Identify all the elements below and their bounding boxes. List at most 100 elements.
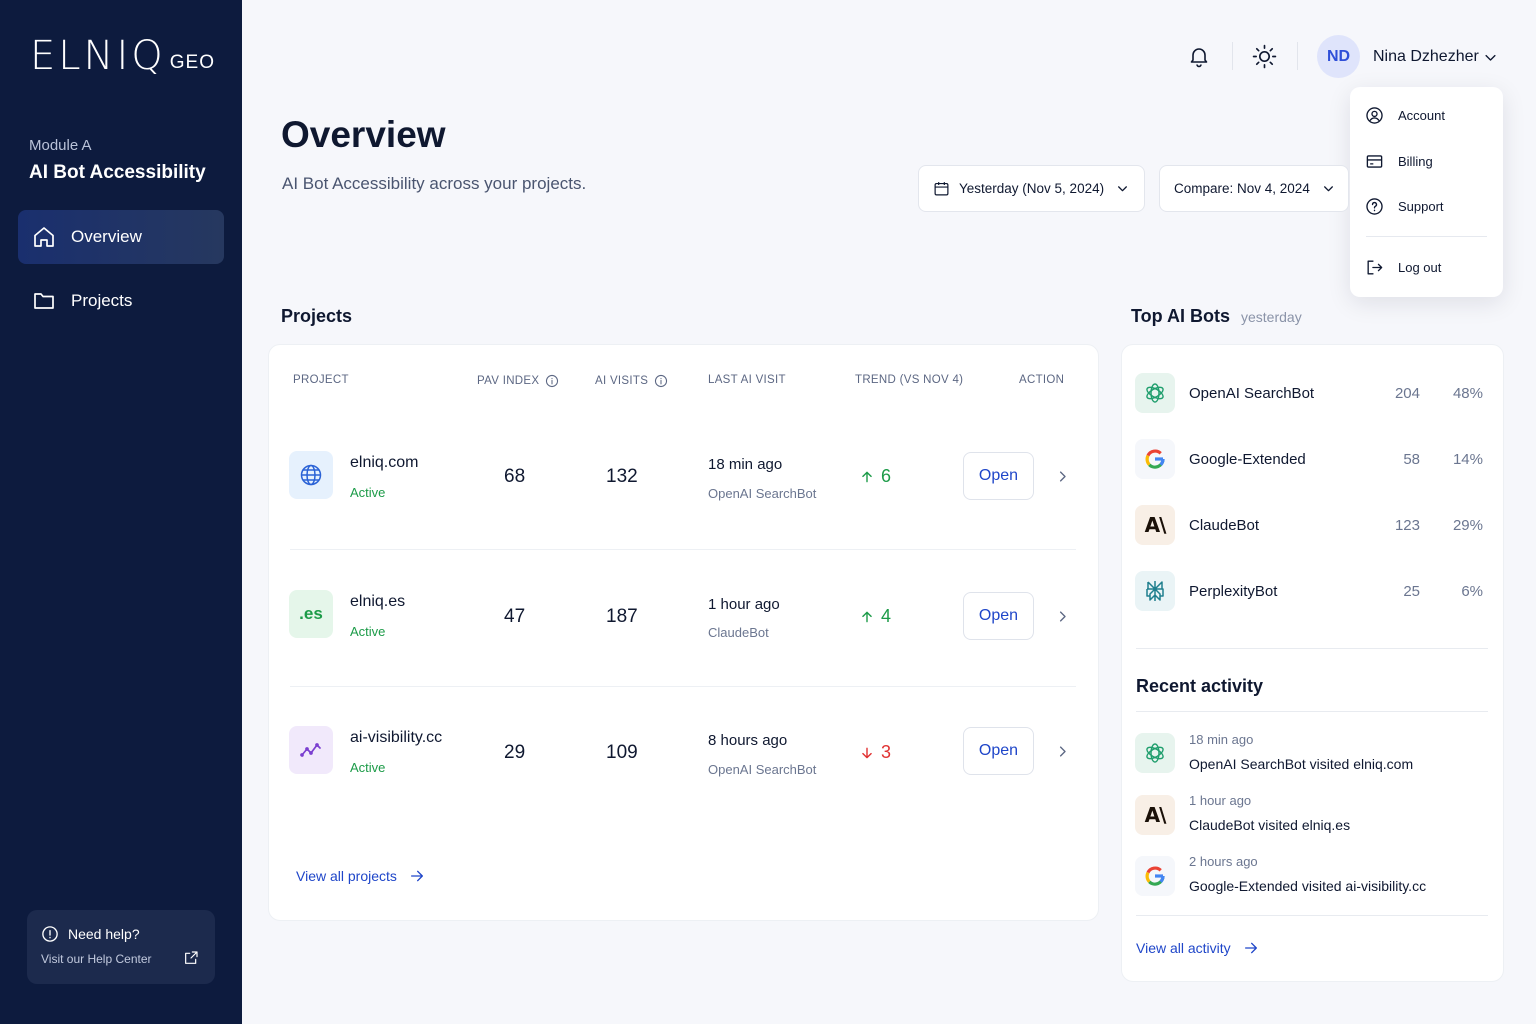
menu-item-billing[interactable]: Billing xyxy=(1365,152,1433,171)
user-name[interactable]: Nina Dzhezher xyxy=(1373,48,1479,66)
google-icon xyxy=(1145,449,1165,469)
column-header-pav[interactable]: PAV INDEX xyxy=(477,374,559,388)
menu-item-label: Account xyxy=(1398,108,1445,123)
project-icon xyxy=(289,451,333,499)
bot-percent: 14% xyxy=(1452,451,1483,468)
es-icon: .es xyxy=(299,604,323,623)
menu-item-account[interactable]: Account xyxy=(1365,106,1445,125)
activity-time: 1 hour ago xyxy=(1189,793,1252,808)
bot-icon xyxy=(1135,439,1175,479)
logout-icon xyxy=(1367,260,1383,275)
section-divider xyxy=(1136,648,1488,649)
project-icon: .es xyxy=(289,590,333,638)
recent-activity-title: Recent activity xyxy=(1136,676,1264,696)
activity-time: 2 hours ago xyxy=(1189,854,1258,869)
arrow-up-icon xyxy=(862,611,872,622)
menu-item-label: Support xyxy=(1398,199,1444,214)
activity-time: 18 min ago xyxy=(1189,732,1254,747)
activity-text: ClaudeBot visited elniq.es xyxy=(1189,817,1351,833)
home-icon xyxy=(34,227,54,247)
column-header: ACTION xyxy=(1019,374,1065,386)
trend-line-icon xyxy=(300,743,321,757)
bot-icon xyxy=(1135,571,1175,611)
page-subtitle: AI Bot Accessibility across your project… xyxy=(282,174,587,193)
open-button[interactable]: Open xyxy=(963,452,1034,500)
chevron-right-icon[interactable] xyxy=(1055,744,1070,759)
project-status: Active xyxy=(350,624,386,639)
ai-visits-value: 132 xyxy=(606,466,638,487)
last-visit-time: 1 hour ago xyxy=(708,596,780,613)
bot-percent: 6% xyxy=(1461,583,1483,600)
column-header: AI VISITS xyxy=(595,375,649,387)
folder-icon xyxy=(34,293,54,309)
project-name[interactable]: elniq.es xyxy=(350,593,405,611)
arrow-right-icon xyxy=(410,870,423,882)
view-all-activity-link[interactable]: View all activity xyxy=(1136,940,1259,956)
sidebar-item-overview[interactable]: Overview xyxy=(18,210,224,264)
avatar[interactable]: ND xyxy=(1317,35,1360,78)
section-divider xyxy=(1136,915,1488,916)
project-name[interactable]: ai-visibility.cc xyxy=(350,729,442,747)
date-selector-label: Yesterday (Nov 5, 2024) xyxy=(959,181,1105,196)
column-header: TREND (VS NOV 4) xyxy=(855,374,964,386)
logo[interactable]: ELNIQ GEO xyxy=(30,36,215,76)
bot-count: 25 xyxy=(1403,583,1420,600)
bot-name: OpenAI SearchBot xyxy=(1189,385,1315,402)
info-icon[interactable] xyxy=(654,374,668,388)
info-icon[interactable] xyxy=(545,374,559,388)
trend-value: 6 xyxy=(860,466,891,487)
trend-value: 3 xyxy=(860,742,891,763)
bot-name: ClaudeBot xyxy=(1189,517,1260,534)
row-divider xyxy=(290,686,1076,687)
bot-name: Google-Extended xyxy=(1189,451,1306,468)
arrow-up-icon xyxy=(862,471,872,482)
last-visit-bot: OpenAI SearchBot xyxy=(708,762,817,777)
section-divider xyxy=(1136,711,1488,712)
activity-text: Google-Extended visited ai-visibility.cc xyxy=(1189,878,1427,894)
page-title: Overview xyxy=(281,114,446,155)
column-header: LAST AI VISIT xyxy=(708,374,786,386)
ai-visits-value: 187 xyxy=(606,606,638,627)
trend-number: 6 xyxy=(881,466,892,486)
info-icon xyxy=(42,926,58,942)
column-header: PROJECT xyxy=(293,374,349,386)
view-all-projects-label: View all projects xyxy=(296,868,397,884)
google-icon xyxy=(1145,866,1165,886)
header-separator xyxy=(1297,42,1298,70)
last-visit-bot: ClaudeBot xyxy=(708,625,769,640)
pav-index-value: 29 xyxy=(504,742,526,763)
activity-icon xyxy=(1135,733,1175,773)
column-header: PAV INDEX xyxy=(477,375,540,387)
open-button[interactable]: Open xyxy=(963,727,1034,775)
bot-count: 123 xyxy=(1394,517,1420,534)
help-card[interactable]: Need help? Visit our Help Center xyxy=(27,910,215,984)
activity-text: OpenAI SearchBot visited elniq.com xyxy=(1189,756,1414,772)
project-icon xyxy=(289,726,333,774)
open-button[interactable]: Open xyxy=(963,592,1034,640)
bell-icon[interactable] xyxy=(1187,44,1211,68)
activity-icon: A\ xyxy=(1135,795,1175,835)
external-link-icon[interactable] xyxy=(183,950,199,966)
compare-selector[interactable]: Compare: Nov 4, 2024 xyxy=(1159,165,1349,212)
last-visit-bot: OpenAI SearchBot xyxy=(708,486,817,501)
chevron-down-icon[interactable] xyxy=(1483,50,1498,65)
trend-number: 3 xyxy=(881,742,892,762)
module-label: Module A xyxy=(29,137,92,154)
chevron-right-icon[interactable] xyxy=(1055,469,1070,484)
bot-count: 204 xyxy=(1394,385,1420,402)
sidebar-item-projects[interactable]: Projects xyxy=(18,274,224,328)
menu-item-logout[interactable]: Log out xyxy=(1365,258,1441,277)
column-header-visits[interactable]: AI VISITS xyxy=(595,374,668,388)
menu-item-support[interactable]: Support xyxy=(1365,197,1444,216)
date-selector[interactable]: Yesterday (Nov 5, 2024) xyxy=(918,165,1145,212)
arrow-right-icon xyxy=(1244,942,1257,954)
activity-icon xyxy=(1135,856,1175,896)
view-all-projects-link[interactable]: View all projects xyxy=(296,868,425,884)
project-name[interactable]: elniq.com xyxy=(350,454,418,472)
openai-icon xyxy=(1146,383,1164,403)
user-menu: Account Billing Support Log out xyxy=(1350,87,1503,297)
sidebar-item-label: Overview xyxy=(71,227,142,246)
chevron-right-icon[interactable] xyxy=(1055,609,1070,624)
sun-icon[interactable] xyxy=(1252,44,1277,69)
last-visit-time: 8 hours ago xyxy=(708,732,788,749)
